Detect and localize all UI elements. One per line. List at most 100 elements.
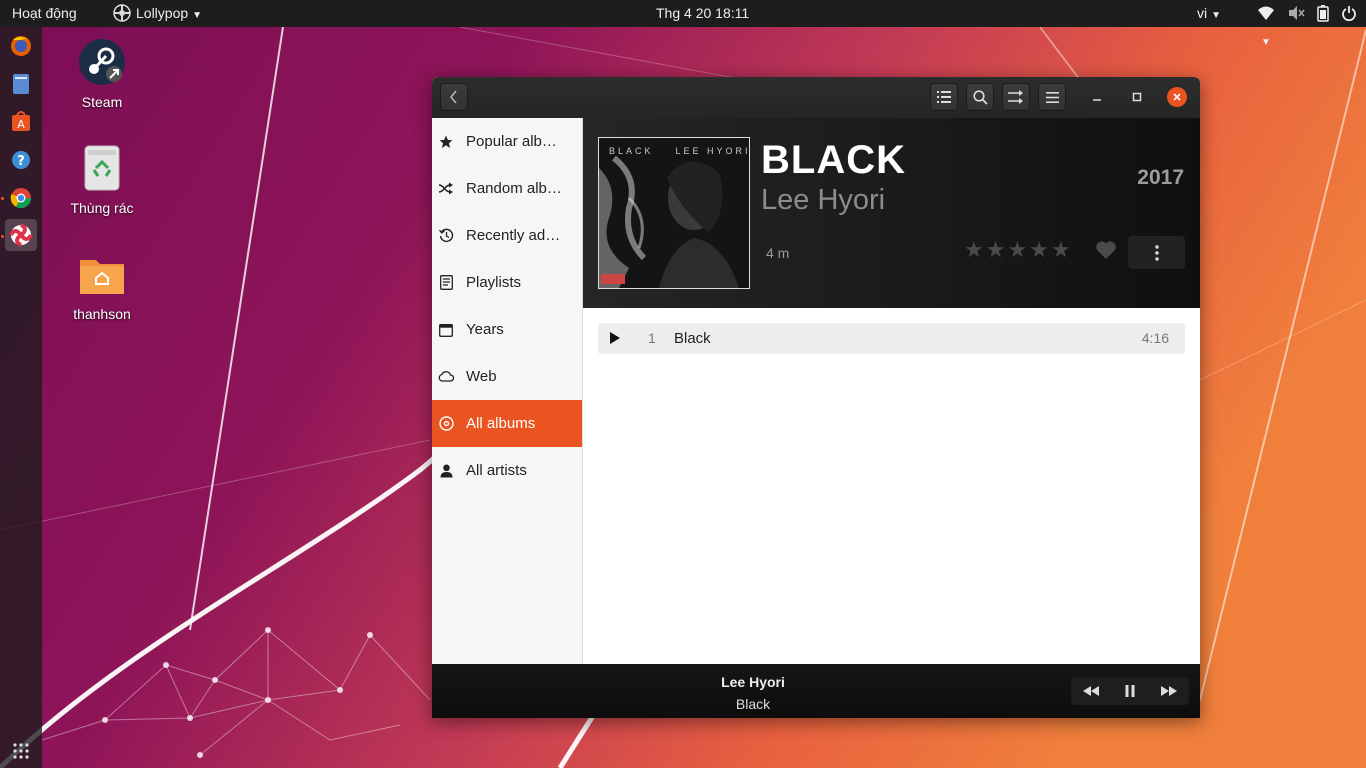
sidebar-item-label: Playlists [466,274,522,291]
shuffle-button[interactable] [1002,83,1030,111]
header-bar [432,77,1200,119]
chrome-launcher[interactable] [5,182,37,214]
svg-text:A: A [17,118,25,131]
sidebar-item-recently-added[interactable]: Recently ad… [432,212,582,259]
previous-button[interactable] [1071,677,1110,705]
minimize-button[interactable] [1087,87,1107,107]
back-icon [450,90,457,104]
system-menu[interactable]: ▼ [1257,0,1366,48]
minimize-icon [1093,99,1101,101]
album-cover-art [599,138,749,288]
player-bar: Lee Hyori Black [432,664,1200,718]
shuffle-icon [438,181,454,197]
software-launcher[interactable]: A [5,106,37,138]
more-vertical-icon [1154,244,1159,261]
history-icon [438,228,454,244]
running-indicator [1,197,4,200]
sidebar-item-web[interactable]: Web [432,353,582,400]
battery-icon [1317,5,1329,22]
main-menu-button[interactable] [1038,83,1066,111]
rating-star-icon[interactable]: ★ [1007,239,1027,263]
lollypop-icon [9,223,33,247]
sidebar-item-label: All artists [466,462,527,479]
app-menu-label: Lollypop [136,5,189,21]
calendar-icon [438,322,454,338]
home-folder-icon [80,260,124,294]
chevron-down-icon: ▼ [1211,10,1222,21]
sidebar-item-all-albums[interactable]: All albums [432,400,582,447]
next-button[interactable] [1149,677,1188,705]
sidebar-item-years[interactable]: Years [432,306,582,353]
app-menu[interactable]: Lollypop ▼ [113,0,202,27]
sidebar-item-popular-albums[interactable]: Popular alb… [432,118,582,165]
show-applications-button[interactable] [5,735,37,767]
album-duration: 4 m [766,245,790,261]
play-icon[interactable] [609,331,621,345]
firefox-launcher[interactable] [5,30,37,62]
top-bar: Hoạt động Lollypop ▼ Thg 4 20 18:11 vi ▼ ▼ [0,0,1366,48]
album-rating[interactable]: ★ ★ ★ ★ ★ [964,239,1071,263]
sidebar-item-random-albums[interactable]: Random alb… [432,165,582,212]
steam-icon [79,39,125,85]
track-row[interactable]: 1 Black 4:16 [598,323,1185,354]
search-button[interactable] [966,83,994,111]
lollypop-launcher[interactable] [5,219,37,251]
rating-star-icon[interactable]: ★ [1029,239,1049,263]
album-cover[interactable]: BLACK LEE HYORI [598,137,750,289]
track-list: 1 Black 4:16 [583,308,1200,664]
close-button[interactable] [1167,87,1187,107]
activities-button[interactable]: Hoạt động [12,0,77,27]
album-artist[interactable]: Lee Hyori [761,184,885,217]
track-number: 1 [648,330,656,346]
rating-star-icon[interactable]: ★ [986,239,1006,263]
language-indicator[interactable]: vi ▼ [1197,0,1221,27]
sidebar-item-playlists[interactable]: Playlists [432,259,582,306]
desktop-icon-steam[interactable]: Steam [57,36,147,110]
chevron-down-icon: ▼ [192,10,203,21]
desktop-icon-home[interactable]: thanhson [57,248,147,322]
album-menu-button[interactable] [1128,236,1185,269]
maximize-button[interactable] [1127,87,1147,107]
back-button[interactable] [440,83,468,111]
rating-star-icon[interactable]: ★ [964,239,984,263]
loved-button[interactable] [1095,239,1117,265]
now-playing-artist: Lee Hyori [721,674,785,690]
menu-icon [1045,91,1059,103]
close-icon [1173,93,1181,101]
clock[interactable]: Thg 4 20 18:11 [656,0,749,27]
cloud-icon [438,369,454,385]
track-title: Black [674,330,711,347]
help-launcher[interactable]: ? [5,144,37,176]
sidebar-item-label: Popular alb… [466,133,557,150]
language-label: vi [1197,5,1208,21]
maximize-icon [1132,92,1142,102]
person-icon [438,463,454,479]
search-icon [972,89,988,105]
files-launcher[interactable] [5,68,37,100]
svg-text:?: ? [17,154,25,169]
dock: A ? [0,27,42,768]
rating-star-icon[interactable]: ★ [1051,239,1071,263]
trash-icon [84,145,120,191]
firefox-icon [11,36,31,56]
sidebar-item-label: Random alb… [466,180,562,197]
desktop-icon-trash[interactable]: Thùng rác [57,142,147,216]
album-title: BLACK [761,138,906,182]
desktop-icon-label: thanhson [73,306,131,322]
power-icon [1341,6,1356,22]
chevron-down-icon: ▼ [1261,37,1271,48]
software-center-icon: A [12,111,30,131]
album-header: BLACK LEE HYORI BLACK Lee Hyori 2017 4 m… [583,118,1200,308]
pause-button[interactable] [1110,677,1149,705]
sidebar-item-all-artists[interactable]: All artists [432,447,582,494]
list-view-button[interactable] [930,83,958,111]
track-duration: 4:16 [1141,330,1169,346]
desktop-icon-label: Steam [81,94,123,110]
star-icon [438,134,454,150]
sidebar-item-label: All albums [466,415,536,432]
album-cover-text: BLACK LEE HYORI [609,146,750,156]
previous-icon [1082,686,1099,696]
sidebar-item-label: Recently ad… [466,227,561,244]
now-playing-title: Black [735,696,771,712]
network-wifi-icon [1258,6,1274,20]
